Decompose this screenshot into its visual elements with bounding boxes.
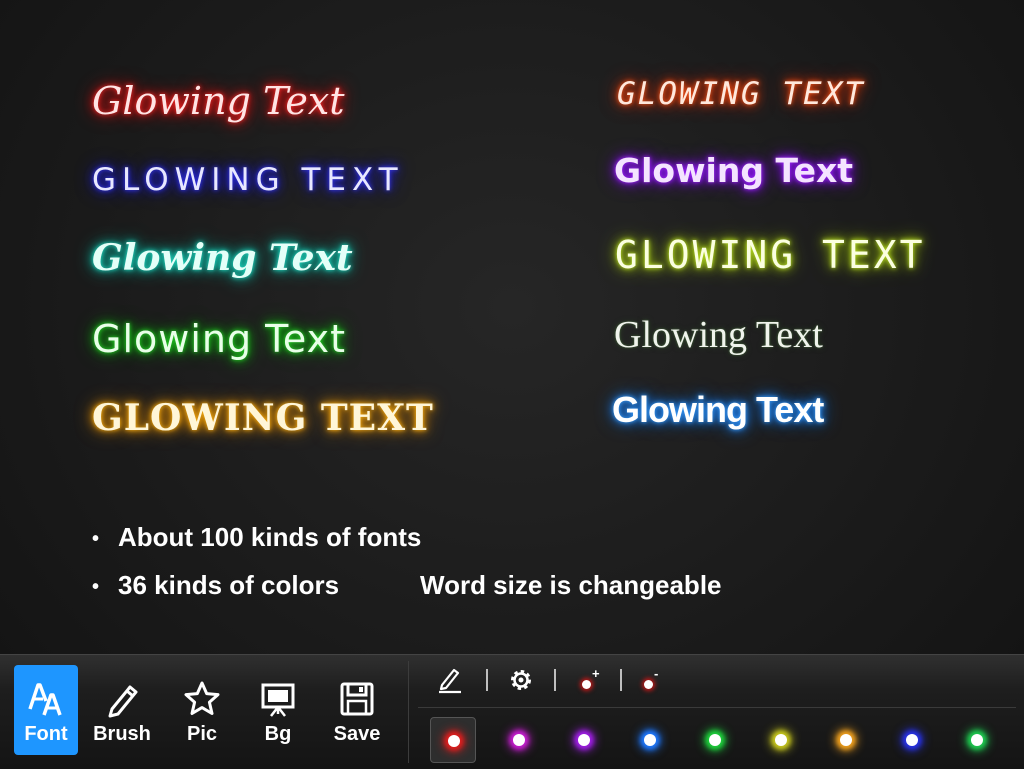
brush-button[interactable]: Brush <box>90 665 154 755</box>
swatch-dot <box>644 734 656 746</box>
color-swatch-red[interactable] <box>430 717 476 763</box>
bullet: • <box>92 527 100 550</box>
swatch-dot <box>709 734 721 746</box>
glow-sample-sky: Glowing Text <box>612 389 824 430</box>
color-swatch-emerald[interactable] <box>954 717 1000 763</box>
toolbar-divider <box>408 661 409 763</box>
feature-size-text: Word size is changeable <box>420 570 722 600</box>
font-button[interactable]: Font <box>14 665 78 755</box>
settings-button[interactable] <box>506 665 536 695</box>
color-swatch-magenta[interactable] <box>496 717 542 763</box>
swatch-dot <box>513 734 525 746</box>
font-button-label: Font <box>24 723 68 745</box>
bullet: • <box>92 575 100 598</box>
glow-sample-orange: GLOWING TEXT <box>617 76 865 112</box>
feature-fonts: • About 100 kinds of fonts <box>92 522 421 553</box>
glow-sample-green: Glowing Text <box>92 317 347 361</box>
color-swatch-green[interactable] <box>692 717 738 763</box>
bg-button[interactable]: Bg <box>246 665 310 755</box>
control-separator <box>620 669 622 691</box>
bottom-toolbar: Font Brush Pic Bg Save + - <box>0 654 1024 769</box>
pic-button[interactable]: Pic <box>170 665 234 755</box>
swatch-dot <box>840 734 852 746</box>
swatch-dot <box>906 734 918 746</box>
pencil-underline-icon <box>439 668 461 694</box>
bg-button-label: Bg <box>264 723 292 745</box>
control-separator <box>554 669 556 691</box>
save-button[interactable]: Save <box>325 665 389 755</box>
color-swatch-indigo[interactable] <box>889 717 935 763</box>
feature-colors: • 36 kinds of colors <box>92 570 339 601</box>
brush-icon <box>108 685 138 718</box>
swatch-dot <box>971 734 983 746</box>
glow-sample-gold: GLOWING TEXT <box>92 397 434 439</box>
glow-plus-sign: + <box>592 666 600 681</box>
glow-sample-teal: Glowing Text <box>92 237 353 279</box>
control-row-divider <box>418 707 1016 708</box>
glow-sample-blue: GLOWING TEXT <box>92 162 404 198</box>
color-swatch-yellow[interactable] <box>758 717 804 763</box>
pic-button-label: Pic <box>186 723 218 745</box>
glow-plus-icon <box>582 680 591 689</box>
gear-icon <box>511 670 531 690</box>
color-swatch-purple[interactable] <box>561 717 607 763</box>
swatch-dot <box>775 734 787 746</box>
feature-colors-text: 36 kinds of colors <box>118 570 340 600</box>
glow-minus-sign: - <box>654 666 659 681</box>
glow-sample-olive: Glowing Text <box>614 314 823 356</box>
swatch-dot <box>448 735 460 747</box>
edit-text-button[interactable] <box>436 665 464 695</box>
control-separator <box>486 669 488 691</box>
glow-sample-red: Glowing Text <box>92 79 345 123</box>
glow-decrease-button[interactable]: - <box>638 666 662 694</box>
glow-sample-purple: Glowing Text <box>614 151 854 190</box>
swatch-dot <box>578 734 590 746</box>
star-icon <box>184 681 220 715</box>
floppy-disk-icon <box>340 682 374 716</box>
brush-button-label: Brush <box>93 723 151 745</box>
font-icon <box>28 683 62 716</box>
color-swatch-orange[interactable] <box>823 717 869 763</box>
glow-sample-lime: GLOWING TEXT <box>615 233 926 277</box>
feature-fonts-text: About 100 kinds of fonts <box>118 522 422 552</box>
save-button-label: Save <box>333 723 381 745</box>
text-canvas: Glowing Text GLOWING TEXT Glowing Text G… <box>0 0 1024 654</box>
glow-increase-button[interactable]: + <box>576 666 600 694</box>
easel-icon <box>261 683 295 717</box>
color-swatch-blue[interactable] <box>627 717 673 763</box>
glow-minus-icon <box>644 680 653 689</box>
